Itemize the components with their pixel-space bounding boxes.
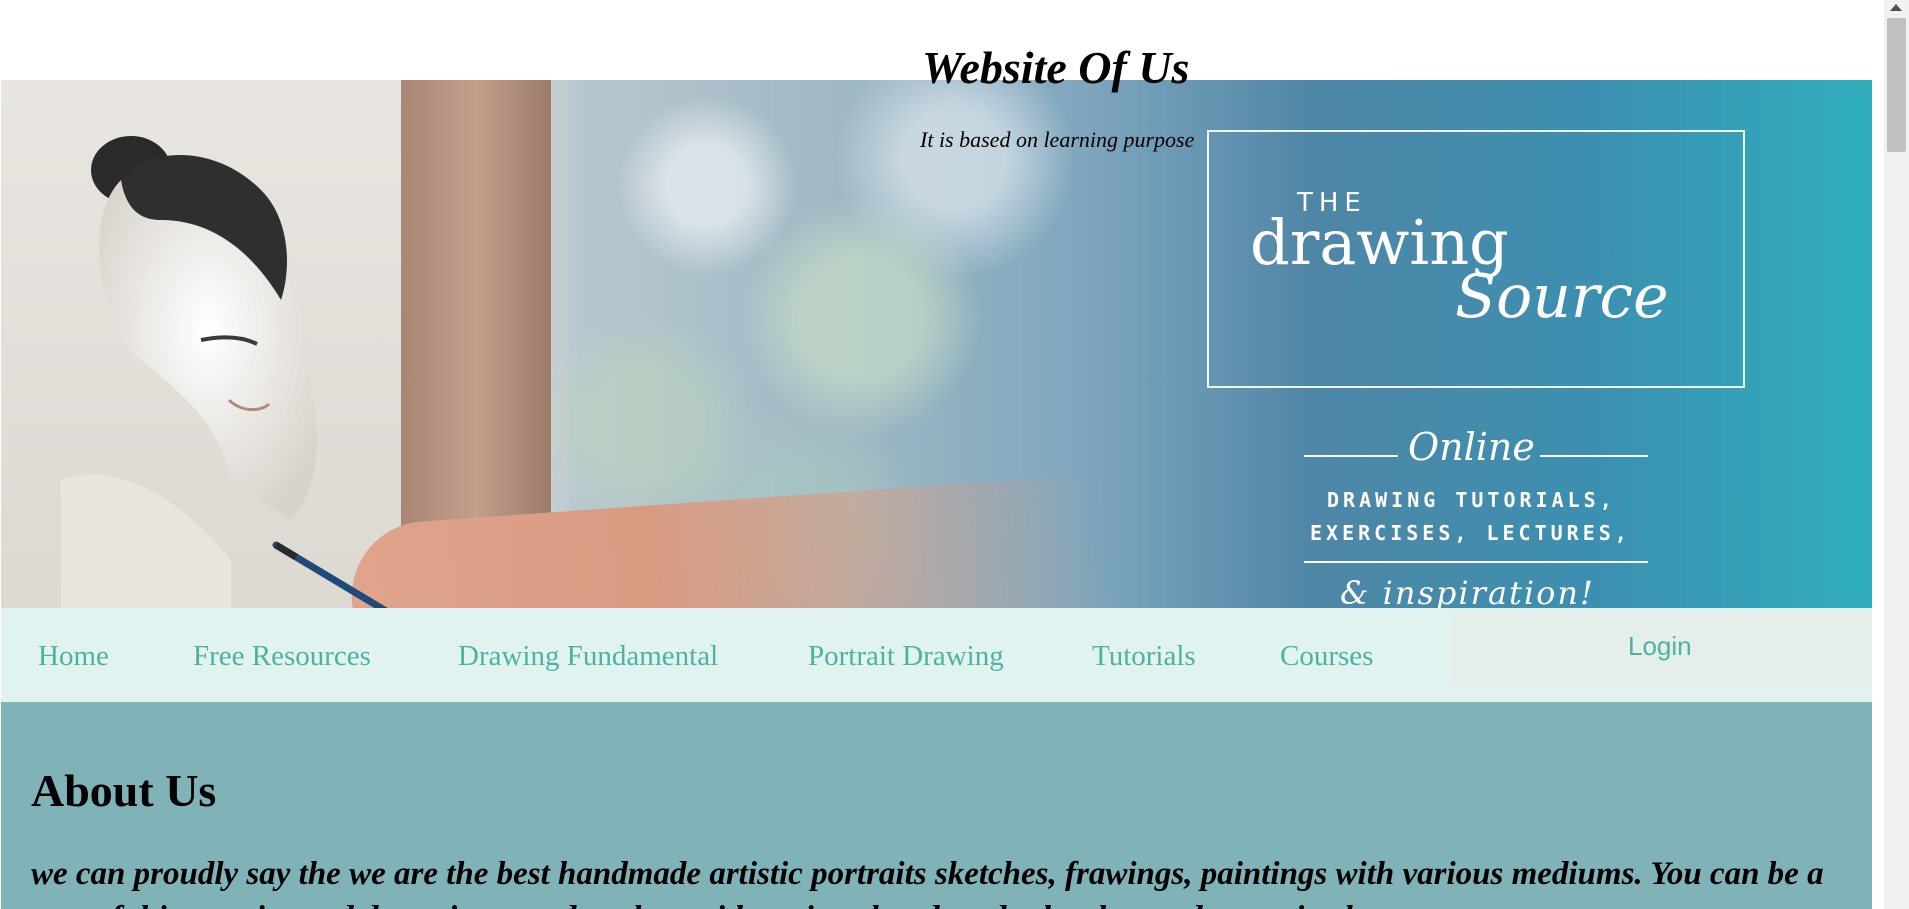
divider-line bbox=[1304, 455, 1398, 457]
hero-online-text: Online bbox=[1408, 425, 1535, 469]
hero-caption-line1: DRAWING TUTORIALS, bbox=[1327, 488, 1616, 512]
nav-courses-link[interactable]: Courses bbox=[1280, 640, 1373, 673]
nav-home-link[interactable]: Home bbox=[38, 640, 109, 673]
logo-source-text: Source bbox=[1455, 262, 1669, 332]
about-heading: About Us bbox=[31, 765, 217, 816]
page: THE drawing Source Online DRAWING TUTORI… bbox=[0, 0, 1872, 909]
nav-portrait-drawing-link[interactable]: Portrait Drawing bbox=[808, 640, 1004, 673]
nav-tutorials-link[interactable]: Tutorials bbox=[1092, 640, 1196, 673]
scroll-up-arrow-icon[interactable] bbox=[1890, 4, 1902, 11]
pencil-icon bbox=[272, 541, 388, 608]
scrollbar-thumb[interactable] bbox=[1887, 18, 1906, 152]
site-tagline: It is based on learning purpose bbox=[920, 127, 1195, 152]
divider-line bbox=[1540, 455, 1648, 457]
hero-caption-line2: EXERCISES, LECTURES, bbox=[1310, 521, 1631, 545]
divider-line bbox=[1304, 561, 1648, 563]
nav-free-resources-link[interactable]: Free Resources bbox=[193, 640, 371, 673]
hero-inspiration-text: & inspiration! bbox=[1340, 574, 1595, 612]
nav-drawing-fundamental-link[interactable]: Drawing Fundamental bbox=[458, 640, 718, 673]
site-title: Website Of Us bbox=[922, 42, 1190, 93]
login-link[interactable]: Login bbox=[1628, 631, 1692, 662]
portrait-sketch-image bbox=[61, 136, 317, 608]
about-description: we can proudly say the we are the best h… bbox=[31, 856, 1824, 909]
